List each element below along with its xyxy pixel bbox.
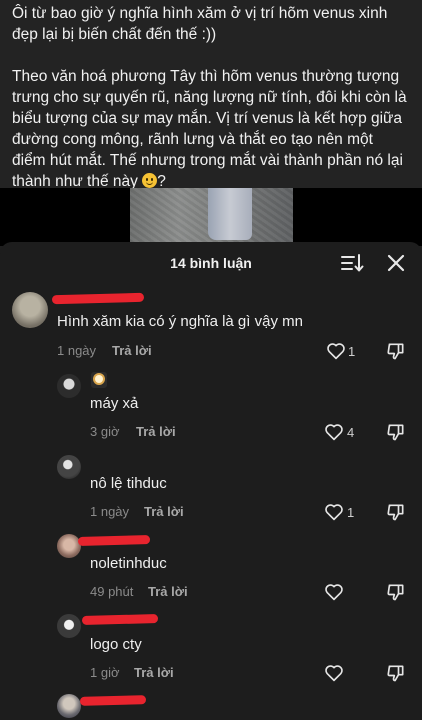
comment-time: 1 ngày — [57, 343, 97, 358]
caption-paragraph-2-text: Theo văn hoá phương Tây thì hõm venus th… — [12, 68, 407, 190]
sort-icon[interactable] — [340, 252, 364, 274]
redacted-username — [79, 695, 147, 706]
comment-time: 1 giờ — [90, 665, 120, 680]
comment-1: Hình xăm kia có ý nghĩa là gì vậy mn 1 n… — [0, 290, 422, 370]
comment-text: Hình xăm kia có ý nghĩa là gì vậy mn — [57, 313, 303, 330]
avatar[interactable] — [57, 694, 81, 718]
dislike-icon[interactable] — [386, 502, 406, 522]
redacted-username — [81, 614, 159, 625]
post-media — [0, 188, 422, 246]
user-badge-icon — [91, 372, 107, 388]
redacted-username — [51, 292, 145, 305]
reply-button[interactable]: Trả lời — [134, 665, 174, 680]
like-count: 1 — [347, 505, 355, 520]
reply-comment-2: nô lệ tihduc 1 ngày Trả lời 1 — [0, 453, 422, 529]
caption-paragraph-2: Theo văn hoá phương Tây thì hõm venus th… — [0, 66, 422, 192]
comment-time: 49 phút — [90, 584, 134, 599]
post-caption: Ôi từ bao giờ ý nghĩa hình xăm ở vị trí … — [0, 0, 422, 190]
comment-text: nô lệ tihduc — [90, 475, 167, 492]
avatar[interactable] — [57, 614, 81, 638]
dislike-icon[interactable] — [386, 582, 406, 602]
avatar[interactable] — [12, 292, 48, 328]
reply-comment-4: logo cty 1 giờ Trả lời — [0, 612, 422, 688]
reply-button[interactable]: Trả lời — [144, 504, 184, 519]
close-icon[interactable] — [384, 252, 408, 274]
avatar[interactable] — [57, 374, 81, 398]
redacted-username — [77, 535, 151, 546]
heart-icon[interactable] — [324, 664, 344, 682]
heart-icon[interactable] — [324, 583, 344, 601]
reply-button[interactable]: Trả lời — [112, 343, 152, 358]
dislike-icon[interactable] — [386, 341, 406, 361]
comment-partial — [0, 692, 422, 720]
comments-header: 14 bình luận — [0, 242, 422, 284]
reply-comment-3: noletinhduc 49 phút Trả lời — [0, 532, 422, 608]
comment-text: máy xả — [90, 395, 139, 412]
reply-button[interactable]: Trả lời — [136, 424, 176, 439]
heart-icon[interactable] — [326, 342, 346, 360]
like-count: 1 — [348, 344, 356, 359]
comment-text: logo cty — [90, 636, 142, 653]
smiling-face-emoji-icon — [142, 173, 158, 188]
reply-button[interactable]: Trả lời — [148, 584, 188, 599]
heart-icon[interactable] — [324, 423, 344, 441]
like-count: 4 — [347, 425, 355, 440]
comment-time: 1 ngày — [90, 504, 130, 519]
dislike-icon[interactable] — [386, 663, 406, 683]
avatar[interactable] — [57, 534, 81, 558]
post-image[interactable] — [130, 188, 293, 246]
comment-text: noletinhduc — [90, 555, 167, 572]
heart-icon[interactable] — [324, 503, 344, 521]
caption-paragraph-1: Ôi từ bao giờ ý nghĩa hình xăm ở vị trí … — [12, 5, 388, 43]
reply-comment-1: máy xả 3 giờ Trả lời 4 — [0, 372, 422, 448]
avatar[interactable] — [57, 455, 81, 479]
jeans-leg-image — [208, 188, 252, 240]
dislike-icon[interactable] — [386, 422, 406, 442]
comment-time: 3 giờ — [90, 424, 120, 439]
